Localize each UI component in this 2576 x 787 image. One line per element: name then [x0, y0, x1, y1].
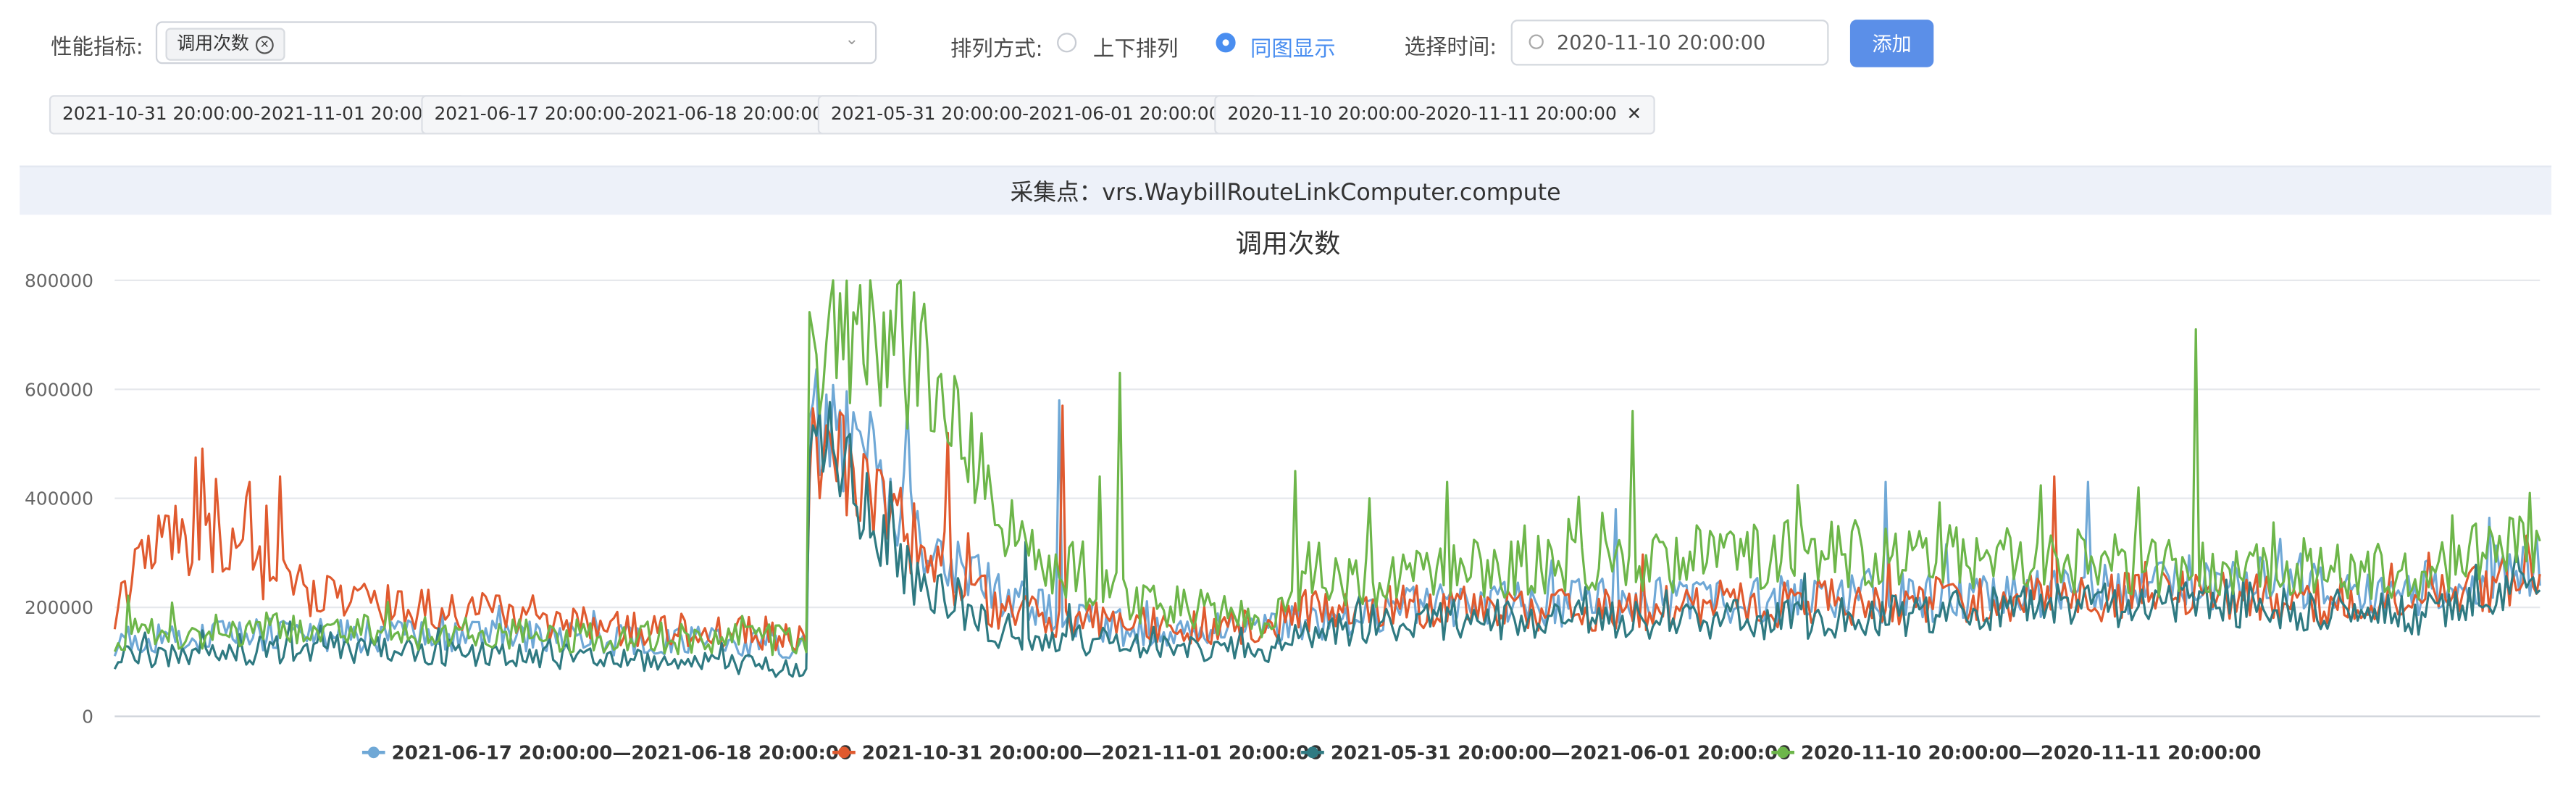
y-tick-label: 400000 [25, 488, 93, 509]
y-tick-label: 200000 [25, 597, 93, 618]
legend-marker-icon [1307, 746, 1318, 759]
y-tick-label: 600000 [25, 379, 93, 400]
y-tick-label: 0 [82, 707, 93, 728]
legend-label: 2020-11-10 20:00:00—2020-11-11 20:00:00 [1801, 742, 2261, 764]
legend-label: 2021-10-31 20:00:00—2021-11-01 20:00:00 [862, 742, 1322, 764]
legend-marker-icon [838, 746, 850, 759]
legend-label: 2021-05-31 20:00:00—2021-06-01 20:00:00 [1331, 742, 1791, 764]
legend-marker-icon [1777, 746, 1789, 759]
legend-marker-icon [367, 746, 380, 759]
legend-label: 2021-06-17 20:00:00—2021-06-18 20:00:00 [392, 742, 852, 764]
y-tick-label: 800000 [25, 270, 93, 291]
line-chart: 0 200000 400000 600000 800000 2021-06-17 20:0… [25, 270, 2541, 764]
